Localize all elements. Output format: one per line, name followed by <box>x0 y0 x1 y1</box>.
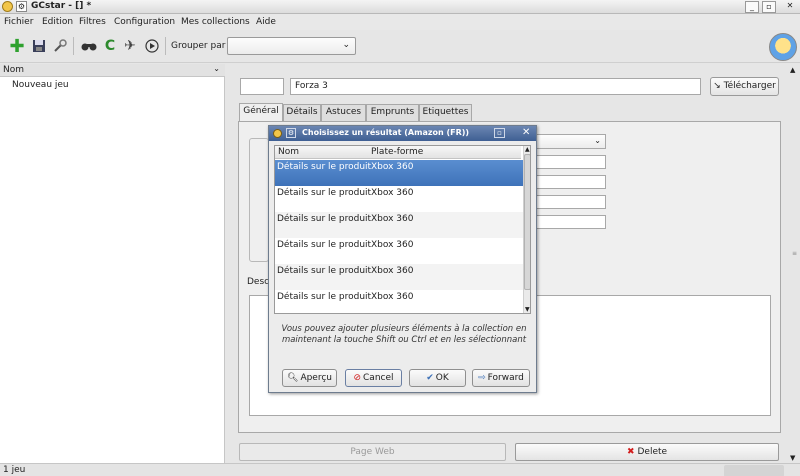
minimize-icon[interactable]: _ <box>745 1 759 13</box>
platform-select[interactable]: ⌄ <box>536 134 606 149</box>
toolbar: ✚ C ✈ Grouper par <box>0 31 800 63</box>
id-field[interactable] <box>240 78 284 95</box>
delete-button[interactable]: ✖ Delete <box>515 443 779 461</box>
menu-mes-collections[interactable]: Mes collections <box>181 17 250 27</box>
table-row[interactable]: Détails sur le produit Xbox 360 <box>275 290 523 313</box>
dialog-title-bar: ⚙ Choisissez un résultat (Amazon (FR)) ▫… <box>269 126 536 141</box>
menu-fichier[interactable]: Fichier <box>4 17 33 27</box>
list-item[interactable]: Nouveau jeu <box>12 80 69 90</box>
tab-emprunts[interactable]: Emprunts <box>366 104 419 121</box>
text-field[interactable] <box>536 195 606 209</box>
status-bar: 1 jeu <box>0 463 800 476</box>
menu-configuration[interactable]: Configuration <box>114 17 175 27</box>
name-field[interactable]: Forza 3 <box>290 78 701 95</box>
cover-frame <box>249 138 269 262</box>
ok-button[interactable]: ✔ OK <box>409 369 466 387</box>
results-table: Nom Plate-forme Détails sur le produit X… <box>274 145 531 314</box>
results-dialog: ⚙ Choisissez un résultat (Amazon (FR)) ▫… <box>268 125 537 393</box>
magnifier-icon: 🔍︎ <box>287 373 299 383</box>
download-icon: ↘ <box>713 81 721 91</box>
dialog-title: Choisissez un résultat (Amazon (FR)) <box>302 128 470 137</box>
text-field[interactable] <box>536 215 606 229</box>
cancel-button[interactable]: ⊘ Cancel <box>345 369 402 387</box>
status-text: 1 jeu <box>3 465 26 475</box>
chevron-down-icon: ⌄ <box>594 136 601 145</box>
list-column-header[interactable]: Nom ⌄ <box>0 64 225 77</box>
table-row[interactable]: Détails sur le produit Xbox 360 <box>275 238 523 264</box>
pin-icon[interactable]: ⚙ <box>16 1 27 12</box>
maximize-icon[interactable]: ▫ <box>494 128 505 138</box>
close-icon[interactable]: ✕ <box>522 127 530 138</box>
tab-etiquettes[interactable]: Etiquettes <box>419 104 472 121</box>
maximize-icon[interactable]: ▫ <box>762 1 776 13</box>
pin-icon[interactable]: ✈ <box>121 37 139 55</box>
app-icon <box>273 129 282 138</box>
binoculars-icon[interactable] <box>80 37 98 55</box>
items-list: Nouveau jeu <box>0 77 225 463</box>
text-field[interactable] <box>536 155 606 169</box>
scroll-up-icon[interactable]: ▲ <box>790 66 795 74</box>
table-row[interactable]: Détails sur le produit Xbox 360 <box>275 186 523 212</box>
scroll-up-icon[interactable]: ▲ <box>525 146 530 153</box>
chevron-down-icon[interactable]: ⌄ <box>213 64 220 73</box>
pin-icon[interactable]: ⚙ <box>286 128 296 138</box>
column-header-platform[interactable]: Plate-forme <box>371 147 423 157</box>
preview-button[interactable]: 🔍︎ Aperçu <box>282 369 337 387</box>
toolbar-separator <box>165 37 166 55</box>
wrench-icon[interactable] <box>51 37 69 55</box>
page-web-button[interactable]: Page Web <box>239 443 506 461</box>
window-title-bar: ⚙ GCstar - [] * _ ▫ ✕ <box>0 0 800 14</box>
download-button[interactable]: ↘ Télécharger <box>710 77 779 96</box>
group-by-select[interactable]: ⌄ <box>227 37 356 55</box>
scroll-grip[interactable]: ≡ <box>792 251 797 257</box>
tab-general[interactable]: Général <box>239 103 283 122</box>
table-row[interactable]: Détails sur le produit Xbox 360 <box>275 264 523 290</box>
app-icon[interactable] <box>2 1 13 12</box>
scroll-down-icon[interactable]: ▼ <box>525 306 530 313</box>
results-scrollbar[interactable]: ▲ ▼ <box>523 146 530 313</box>
chevron-down-icon: ⌄ <box>342 40 350 50</box>
multi-select-hint: Vous pouvez ajouter plusieurs éléments à… <box>281 324 527 345</box>
window-title: GCstar - [] * <box>31 1 92 11</box>
plus-icon[interactable]: ✚ <box>8 36 26 57</box>
delete-icon: ✖ <box>626 447 635 457</box>
description-label: Desc <box>247 277 270 287</box>
avatar-icon[interactable] <box>769 33 797 61</box>
check-icon: ✔ <box>426 373 434 383</box>
refresh-icon[interactable]: C <box>101 37 119 55</box>
table-row[interactable]: Détails sur le produit Xbox 360 <box>275 212 523 238</box>
close-icon[interactable]: ✕ <box>783 1 797 13</box>
group-by-label: Grouper par <box>171 41 226 51</box>
tab-astuces[interactable]: Astuces <box>321 104 366 121</box>
menu-filtres[interactable]: Filtres <box>79 17 106 27</box>
text-field[interactable] <box>536 175 606 189</box>
progress-bar <box>724 465 784 476</box>
scroll-thumb[interactable] <box>524 154 530 290</box>
main-scrollbar[interactable]: ▲ ≡ ▼ <box>789 66 799 462</box>
table-header: Nom Plate-forme <box>275 146 521 159</box>
menu-edition[interactable]: Edition <box>42 17 73 27</box>
toolbar-separator <box>73 37 74 55</box>
menu-bar: Fichier Edition Filtres Configuration Me… <box>0 14 800 30</box>
forward-icon: ⇨ <box>478 373 486 383</box>
tab-details[interactable]: Détails <box>283 104 321 121</box>
play-icon[interactable] <box>143 37 161 55</box>
cancel-icon: ⊘ <box>353 373 362 383</box>
scroll-down-icon[interactable]: ▼ <box>790 454 795 462</box>
menu-aide[interactable]: Aide <box>256 17 276 27</box>
forward-button[interactable]: ⇨ Forward <box>472 369 530 387</box>
column-header-name[interactable]: Nom <box>278 147 299 157</box>
table-row[interactable]: Détails sur le produit Xbox 360 <box>275 160 523 186</box>
floppy-icon[interactable] <box>30 37 48 55</box>
